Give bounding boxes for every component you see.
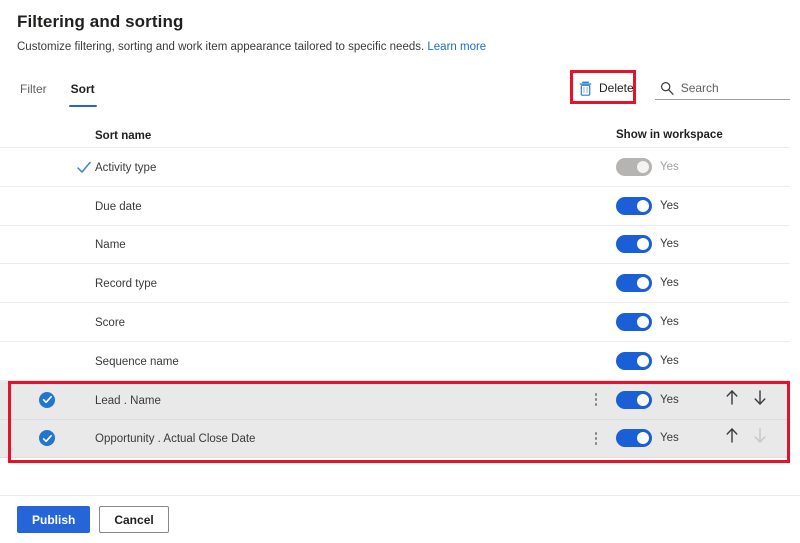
table-row[interactable]: Activity type Yes: [0, 148, 790, 187]
show-in-workspace-toggle[interactable]: [616, 274, 652, 293]
page-subtitle-text: Customize filtering, sorting and work it…: [17, 41, 425, 53]
search-box[interactable]: [660, 81, 800, 95]
show-in-workspace-toggle[interactable]: [616, 351, 652, 370]
header-show-in-workspace-label: Show in workspace: [616, 128, 723, 141]
row-name-cell: Lead . Name: [95, 391, 576, 409]
search-input[interactable]: [680, 81, 800, 95]
tab-filter-label: Filter: [20, 82, 47, 96]
row-name-cell: Activity type: [95, 158, 576, 176]
show-in-workspace-toggle-label: Yes: [660, 316, 679, 329]
search-icon: [660, 81, 674, 95]
delete-button-label: Delete: [599, 81, 634, 95]
trash-icon: [579, 81, 592, 96]
row-name-label: Record type: [95, 278, 158, 291]
row-show-in-workspace-cell: Yes: [616, 313, 724, 332]
show-in-workspace-toggle[interactable]: [616, 313, 652, 332]
row-name-label: Lead . Name: [95, 394, 161, 407]
move-down-icon[interactable]: [752, 389, 768, 411]
table-row[interactable]: Lead . Name Yes: [0, 380, 790, 420]
row-reorder-cell: [724, 389, 790, 411]
row-name-cell: Due date: [95, 197, 576, 215]
sort-table: Sort name Show in workspace Activity typ…: [0, 122, 800, 459]
row-actions-cell[interactable]: [576, 393, 616, 406]
row-name-cell: Name: [95, 235, 576, 253]
header-cell-sort-name: Sort name: [95, 126, 576, 144]
show-in-workspace-toggle-label: Yes: [660, 160, 679, 173]
search-underline: [655, 99, 790, 100]
more-options-icon[interactable]: [594, 432, 598, 445]
move-up-icon[interactable]: [724, 389, 740, 411]
row-name-label: Due date: [95, 200, 142, 213]
more-options-icon[interactable]: [594, 393, 598, 406]
checkmark-icon: [75, 158, 93, 176]
tab-filter[interactable]: Filter: [17, 77, 50, 98]
show-in-workspace-toggle[interactable]: [616, 235, 652, 254]
row-name-label: Opportunity . Actual Close Date: [95, 433, 256, 446]
row-name-label: Sequence name: [95, 355, 179, 368]
delete-button[interactable]: Delete: [575, 78, 642, 98]
table-row[interactable]: Opportunity . Actual Close Date Yes: [0, 419, 790, 459]
cancel-button[interactable]: Cancel: [99, 506, 169, 533]
show-in-workspace-toggle[interactable]: [616, 429, 652, 448]
row-name-cell: Record type: [95, 274, 576, 292]
table-row[interactable]: Score Yes: [0, 303, 790, 342]
command-bar: Delete: [575, 76, 800, 100]
row-show-in-workspace-cell: Yes: [616, 235, 724, 254]
row-actions-cell[interactable]: [576, 432, 616, 445]
table-row[interactable]: Name Yes: [0, 226, 790, 265]
page-subtitle: Customize filtering, sorting and work it…: [17, 39, 800, 55]
show-in-workspace-toggle[interactable]: [616, 390, 652, 409]
row-show-in-workspace-cell: Yes: [616, 351, 724, 370]
row-name-label: Name: [95, 239, 126, 252]
checkbox-checked-icon[interactable]: [39, 391, 55, 408]
show-in-workspace-toggle-label: Yes: [660, 238, 679, 251]
table-body: Activity type Yes Due date Yes Name Yes Record…: [0, 148, 800, 459]
table-header-row: Sort name Show in workspace: [0, 122, 790, 148]
show-in-workspace-toggle-label: Yes: [660, 354, 679, 367]
move-down-icon: [752, 427, 768, 449]
tab-sort-label: Sort: [70, 82, 95, 96]
tab-sort[interactable]: Sort: [68, 77, 98, 107]
page-title: Filtering and sorting: [17, 12, 184, 31]
row-name-cell: Score: [95, 313, 576, 331]
page-header: Filtering and sorting Customize filterin…: [0, 0, 800, 55]
row-name-label: Activity type: [95, 161, 157, 174]
row-show-in-workspace-cell: Yes: [616, 157, 724, 176]
show-in-workspace-toggle-label: Yes: [660, 277, 679, 290]
row-name-cell: Sequence name: [95, 352, 576, 370]
row-show-in-workspace-cell: Yes: [616, 274, 724, 293]
header-cell-show-in-workspace: Show in workspace: [616, 129, 724, 141]
row-reorder-cell: [724, 427, 790, 449]
table-row[interactable]: Sequence name Yes: [0, 342, 790, 381]
learn-more-link[interactable]: Learn more: [427, 41, 486, 53]
row-select-cell[interactable]: [17, 158, 95, 176]
row-show-in-workspace-cell: Yes: [616, 390, 724, 409]
row-select-cell[interactable]: [17, 391, 95, 408]
show-in-workspace-toggle-label: Yes: [660, 432, 679, 445]
row-name-label: Score: [95, 317, 126, 330]
footer-bar: Publish Cancel: [0, 495, 800, 543]
show-in-workspace-toggle[interactable]: [616, 196, 652, 215]
table-row[interactable]: Due date Yes: [0, 187, 790, 226]
move-up-icon[interactable]: [724, 427, 740, 449]
show-in-workspace-toggle-label: Yes: [660, 393, 679, 406]
table-row[interactable]: Record type Yes: [0, 264, 790, 304]
row-name-cell: Opportunity . Actual Close Date: [95, 429, 576, 447]
show-in-workspace-toggle-label: Yes: [660, 199, 679, 212]
publish-button[interactable]: Publish: [17, 506, 91, 533]
header-sort-name-label: Sort name: [95, 129, 152, 142]
show-in-workspace-toggle: [616, 157, 652, 176]
checkbox-checked-icon[interactable]: [39, 430, 55, 447]
row-show-in-workspace-cell: Yes: [616, 429, 724, 448]
row-select-cell[interactable]: [17, 430, 95, 447]
row-show-in-workspace-cell: Yes: [616, 196, 724, 215]
